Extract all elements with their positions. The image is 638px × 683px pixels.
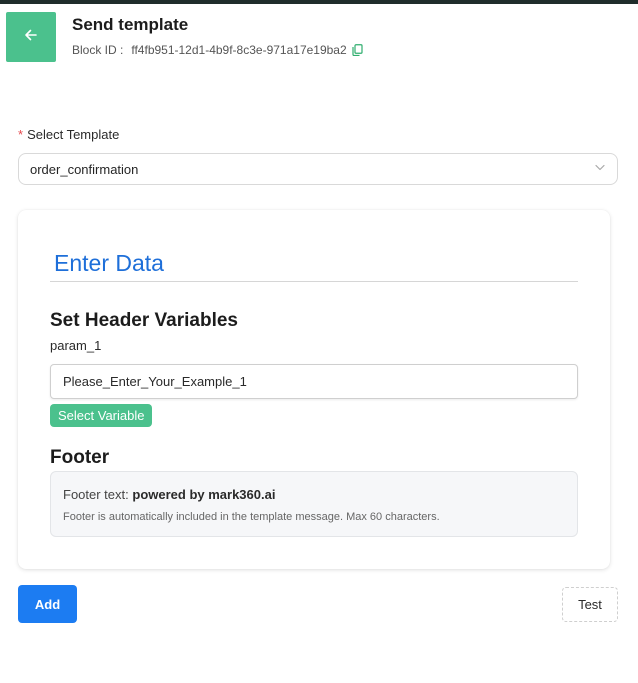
add-button[interactable]: Add [18, 585, 77, 623]
footer-note: Footer is automatically included in the … [63, 511, 440, 523]
arrow-left-icon [23, 27, 39, 48]
top-border [0, 0, 638, 4]
footer-text-line: Footer text: powered by mark360.ai [63, 487, 275, 502]
template-select-value: order_confirmation [30, 161, 139, 177]
block-id-value: ff4fb951-12d1-4b9f-8c3e-971a17e19ba2 [131, 43, 347, 57]
select-template-label-text: Select Template [27, 127, 120, 142]
enter-data-card: Enter Data Set Header Variables param_1 … [18, 210, 610, 569]
block-id-label: Block ID : [72, 43, 124, 57]
enter-data-heading: Enter Data [54, 250, 164, 276]
test-button[interactable]: Test [562, 587, 618, 622]
chevron-down-icon [594, 160, 606, 178]
back-button[interactable] [6, 12, 56, 62]
param-1-label: param_1 [50, 338, 102, 353]
set-header-variables-title: Set Header Variables [50, 310, 238, 331]
heading-divider [50, 281, 578, 282]
footer-title: Footer [50, 447, 110, 468]
page-title: Send template [72, 15, 189, 34]
copy-icon[interactable] [352, 44, 363, 56]
footer-info-box: Footer text: powered by mark360.ai Foote… [50, 471, 578, 537]
template-select[interactable]: order_confirmation [18, 153, 618, 185]
footer-text-value: powered by mark360.ai [132, 487, 276, 502]
param-1-input[interactable] [50, 364, 578, 399]
footer-text-prefix: Footer text: [63, 487, 129, 502]
select-variable-button[interactable]: Select Variable [50, 404, 153, 427]
select-template-label: * Select Template [18, 127, 119, 142]
required-mark: * [18, 127, 24, 142]
block-id-row: Block ID : ff4fb951-12d1-4b9f-8c3e-971a1… [72, 43, 363, 57]
